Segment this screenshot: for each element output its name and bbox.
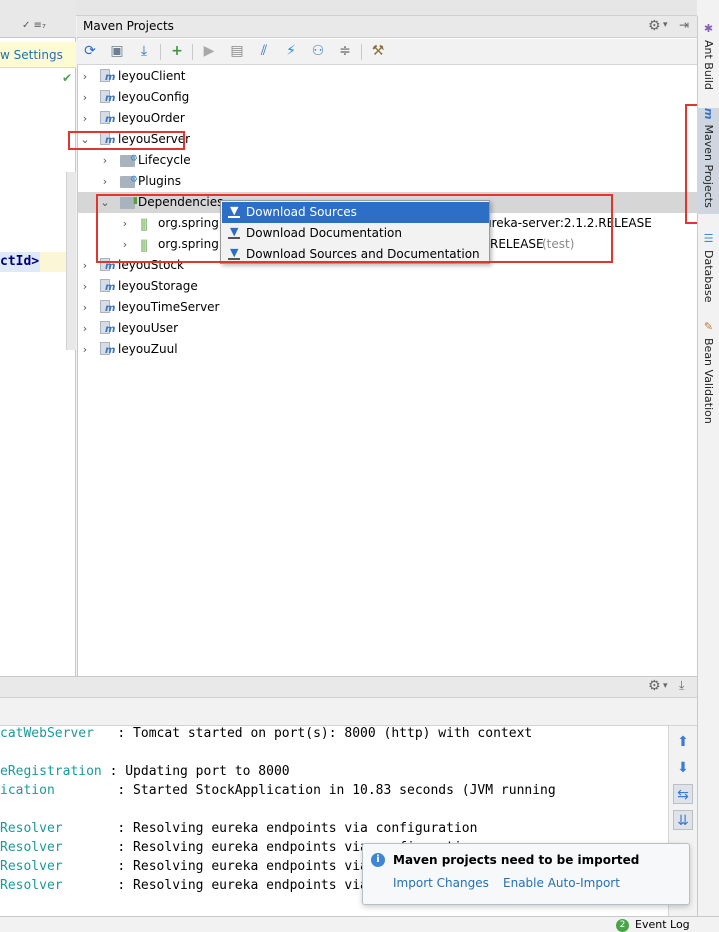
maven-module-icon: m xyxy=(100,90,115,104)
bottom-settings-caret-icon[interactable]: ▾ xyxy=(663,681,668,691)
chevron-right-icon[interactable]: › xyxy=(80,276,90,297)
chevron-right-icon[interactable]: › xyxy=(80,108,90,129)
tab-label: Ant Build xyxy=(702,40,715,90)
execute-goal-icon[interactable]: ▤ xyxy=(228,42,246,60)
tab-label: Maven Projects xyxy=(702,124,715,208)
chevron-right-icon[interactable]: › xyxy=(80,297,90,318)
project-label: leyouUser xyxy=(118,321,179,335)
editor-tab-bar xyxy=(0,0,76,38)
event-count-badge: 2 xyxy=(616,919,629,932)
maven-module-icon: m xyxy=(100,342,115,356)
project-label: leyouConfig xyxy=(118,90,190,104)
hide-panel-icon[interactable]: ⇥ xyxy=(679,18,689,32)
chevron-right-icon[interactable]: › xyxy=(100,171,110,192)
notification-title: Maven projects need to be imported xyxy=(393,853,640,867)
enable-auto-import-link[interactable]: Enable Auto-Import xyxy=(503,876,620,890)
run-tabs-bar xyxy=(0,698,697,726)
project-label: leyouStorage xyxy=(118,279,198,293)
soft-wrap-icon[interactable]: ⇆ xyxy=(673,784,693,804)
hide-bottom-panel-icon[interactable]: ⤓ xyxy=(679,678,684,693)
show-dependencies-icon[interactable]: ⚇ xyxy=(309,42,327,60)
import-changes-link[interactable]: Import Changes xyxy=(393,876,489,890)
maven-module-icon: m xyxy=(100,321,115,335)
collapse-all-icon[interactable]: ≑ xyxy=(336,42,354,60)
tree-row-leyoustorage[interactable]: › m leyouStorage xyxy=(78,276,678,297)
tree-row-leyouzuul[interactable]: › m leyouZuul xyxy=(78,339,678,360)
event-log-button[interactable]: Event Log xyxy=(635,918,690,931)
settings-icon[interactable]: ⚒ xyxy=(369,42,387,60)
tree-row-plugins[interactable]: › ⚙ Plugins xyxy=(98,171,678,192)
toolbar-separator xyxy=(160,44,161,60)
xml-tag-fragment: ctId> xyxy=(0,252,40,272)
annotation-box-dependencies xyxy=(96,194,613,263)
project-label: leyouOrder xyxy=(118,111,185,125)
toolbar-separator xyxy=(361,44,362,60)
database-icon: ☰ xyxy=(702,232,715,245)
tree-row-leyouclient[interactable]: › m leyouClient xyxy=(78,66,678,87)
console-line: ication : Started StockApplication in 10… xyxy=(0,783,556,798)
tree-row-leyouorder[interactable]: › m leyouOrder xyxy=(78,108,678,129)
maven-module-icon: m xyxy=(100,111,115,125)
tab-label: Database xyxy=(702,250,715,303)
tab-ant-build[interactable]: ✱ Ant Build xyxy=(697,22,719,92)
scroll-up-icon[interactable]: ⬆ xyxy=(673,732,693,752)
console-line: catWebServer : Tomcat started on port(s)… xyxy=(0,726,533,741)
tree-row-leyoutimeserver[interactable]: › m leyouTimeServer xyxy=(78,297,678,318)
toggle-offline-icon[interactable]: ⫽ xyxy=(255,42,273,60)
scroll-to-end-icon[interactable]: ⇊ xyxy=(673,810,693,830)
plugins-label: Plugins xyxy=(138,174,181,188)
tree-row-leyouconfig[interactable]: › m leyouConfig xyxy=(78,87,678,108)
status-bar xyxy=(0,916,719,932)
lifecycle-folder-icon: ⚙ xyxy=(120,154,138,167)
tree-row-lifecycle[interactable]: › ⚙ Lifecycle xyxy=(98,150,678,171)
scroll-down-icon[interactable]: ⬇ xyxy=(673,758,693,778)
download-icon[interactable]: ⤓ xyxy=(135,42,153,60)
add-icon[interactable]: + xyxy=(168,42,186,60)
info-icon: i xyxy=(371,853,385,867)
editor-scrollbar[interactable] xyxy=(66,172,76,350)
maven-module-icon: m xyxy=(100,69,115,83)
tab-bean-validation[interactable]: ✎ Bean Validation xyxy=(697,320,719,424)
maven-icon: m xyxy=(702,108,715,120)
editor-tab-overflow-icon[interactable]: ✓ ≡₇ xyxy=(22,20,46,31)
generate-sources-icon[interactable]: ▣ xyxy=(108,42,126,60)
plugins-folder-icon: ⚙ xyxy=(120,175,138,188)
chevron-right-icon[interactable]: › xyxy=(80,339,90,360)
settings-banner-link[interactable]: w Settings xyxy=(0,42,76,68)
window-top-strip xyxy=(0,0,697,16)
toolbar-separator xyxy=(192,44,193,60)
tab-label: Bean Validation xyxy=(702,338,715,424)
project-label: leyouClient xyxy=(118,69,186,83)
lifecycle-label: Lifecycle xyxy=(138,153,191,167)
run-icon[interactable]: ▶ xyxy=(200,42,218,60)
skip-tests-icon[interactable]: ⚡ xyxy=(282,42,300,60)
tab-database[interactable]: ☰ Database xyxy=(697,232,719,304)
project-label: leyouZuul xyxy=(118,342,178,356)
checkmark-icon: ✔ xyxy=(62,71,73,85)
tree-row-leyouuser[interactable]: › m leyouUser xyxy=(78,318,678,339)
annotation-box-leyouserver xyxy=(68,131,185,150)
chevron-right-icon[interactable]: › xyxy=(80,66,90,87)
maven-module-icon: m xyxy=(100,300,115,314)
maven-panel-title: Maven Projects xyxy=(83,19,174,33)
chevron-right-icon[interactable]: › xyxy=(80,255,90,276)
ant-icon: ✱ xyxy=(702,22,715,35)
chevron-right-icon[interactable]: › xyxy=(100,150,110,171)
maven-module-icon: m xyxy=(100,279,115,293)
panel-settings-caret-icon[interactable]: ▾ xyxy=(663,20,668,30)
chevron-right-icon[interactable]: › xyxy=(80,318,90,339)
panel-settings-gear-icon[interactable]: ⚙ xyxy=(648,18,661,34)
project-label: leyouTimeServer xyxy=(118,300,220,314)
editor-pane[interactable] xyxy=(0,0,76,676)
chevron-right-icon[interactable]: › xyxy=(80,87,90,108)
console-line: Resolver : Resolving eureka endpoints vi… xyxy=(0,821,478,836)
tab-maven-projects[interactable]: m Maven Projects xyxy=(697,108,719,214)
console-line: eRegistration : Updating port to 8000 xyxy=(0,764,290,779)
bottom-panel-header xyxy=(0,676,697,698)
reimport-icon[interactable]: ⟳ xyxy=(81,42,99,60)
bean-icon: ✎ xyxy=(702,320,715,333)
bottom-settings-gear-icon[interactable]: ⚙ xyxy=(648,678,661,694)
